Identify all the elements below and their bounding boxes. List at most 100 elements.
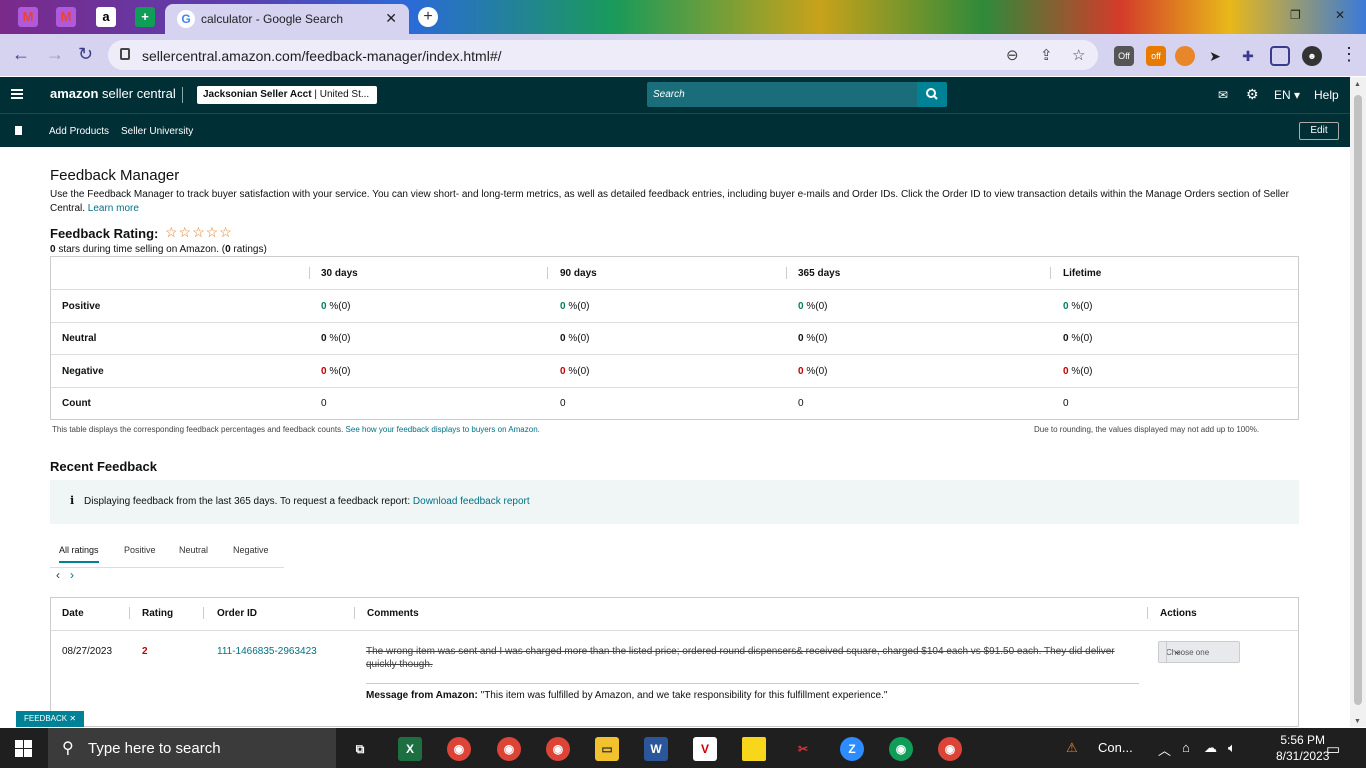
bookmark-icon[interactable] — [15, 126, 22, 135]
windows-start-icon[interactable] — [15, 740, 32, 757]
seller-central-logo[interactable]: amazon seller central — [50, 86, 176, 101]
search-button[interactable] — [917, 82, 947, 107]
main-content: Feedback Manager Use the Feedback Manage… — [0, 147, 1350, 727]
row-label: Positive — [62, 301, 101, 312]
taskbar-search[interactable]: ⚲ Type here to search — [48, 728, 336, 768]
nav-add-products[interactable]: Add Products — [49, 126, 109, 137]
address-bar[interactable]: sellercentral.amazon.com/feedback-manage… — [108, 40, 1098, 70]
feedback-widget-button[interactable]: FEEDBACK ✕ — [16, 711, 84, 727]
account-switcher[interactable]: Jacksonian Seller Acct | United St... — [197, 86, 377, 104]
prev-page-icon[interactable]: ‹ — [56, 568, 60, 582]
amazon-tab-icon[interactable]: a — [96, 7, 116, 27]
onedrive-icon[interactable]: ☁ — [1204, 740, 1217, 756]
scroll-thumb[interactable] — [1354, 95, 1362, 705]
metric-value: 0 %(0) — [321, 366, 351, 377]
buyer-display-link[interactable]: See how your feedback displays to buyers… — [346, 425, 540, 434]
forward-icon[interactable]: → — [46, 44, 64, 65]
metric-value: 0 — [1063, 398, 1069, 409]
tab-negative[interactable]: Negative — [233, 545, 269, 555]
extension-circle-icon[interactable] — [1175, 46, 1195, 66]
back-icon[interactable]: ← — [12, 44, 30, 65]
sticky-notes-icon[interactable] — [742, 737, 766, 761]
notifications-icon[interactable]: ▭ — [1326, 740, 1340, 758]
download-report-link[interactable]: Download feedback report — [413, 496, 530, 507]
puzzle-extension-icon[interactable]: ✚ — [1238, 46, 1258, 66]
language-selector[interactable]: EN ▾ — [1274, 88, 1300, 102]
col-order-id: Order ID — [217, 608, 258, 619]
mail-icon[interactable]: ✉ — [1218, 88, 1228, 102]
show-hidden-icons[interactable]: ︿ — [1158, 740, 1171, 759]
scroll-up-icon[interactable]: ▲ — [1354, 81, 1361, 88]
cursor-extension-icon[interactable]: ➤ — [1205, 46, 1225, 66]
metric-value: 0 %(0) — [321, 301, 351, 312]
restore-window-icon[interactable]: ❐ — [1290, 8, 1301, 22]
search-box[interactable] — [647, 82, 917, 107]
tray-app-label[interactable]: Con... — [1098, 740, 1133, 755]
url-text[interactable]: sellercentral.amazon.com/feedback-manage… — [142, 48, 502, 64]
scroll-down-icon[interactable]: ▼ — [1354, 718, 1361, 725]
nav-seller-university[interactable]: Seller University — [121, 126, 193, 137]
tray-app-icon[interactable]: ⚠ — [1066, 740, 1078, 756]
chrome-icon-2[interactable]: ◉ — [497, 737, 521, 761]
reload-icon[interactable]: ↻ — [78, 44, 93, 65]
extension-off-icon[interactable]: Off — [1114, 46, 1134, 66]
order-id-link[interactable]: 111-1466835-2963423 — [217, 646, 317, 657]
zoom-icon[interactable]: ⊖ — [1006, 46, 1019, 64]
browser-toolbar: ← → ↻ sellercentral.amazon.com/feedback-… — [0, 34, 1366, 76]
hamburger-menu-icon[interactable] — [11, 89, 23, 99]
row-label: Count — [62, 398, 91, 409]
sidebar-icon[interactable] — [1270, 46, 1290, 66]
excel-icon[interactable]: X — [398, 737, 422, 761]
tab-neutral[interactable]: Neutral — [179, 545, 208, 555]
extension-off-icon-2[interactable]: off — [1146, 46, 1166, 66]
settings-gear-icon[interactable]: ⚙ — [1246, 86, 1259, 103]
column-separator — [309, 267, 310, 279]
page-scrollbar[interactable]: ▲ ▼ — [1350, 77, 1366, 727]
edit-nav-button[interactable]: Edit — [1299, 122, 1339, 140]
action-dropdown[interactable]: Choose one ⌄ — [1158, 641, 1240, 663]
tab-positive[interactable]: Positive — [124, 545, 156, 555]
chrome-icon-3[interactable]: ◉ — [546, 737, 570, 761]
gmail-tab-icon[interactable]: M — [18, 7, 38, 27]
chrome-icon-5[interactable]: ◉ — [938, 737, 962, 761]
chrome-icon[interactable]: ◉ — [447, 737, 471, 761]
column-separator — [547, 267, 548, 279]
new-tab-icon[interactable]: + — [418, 7, 438, 27]
sheets-tab-icon[interactable]: + — [135, 7, 155, 27]
column-separator — [1147, 607, 1148, 619]
menu-dots-icon[interactable]: ⋮ — [1340, 44, 1358, 65]
profile-avatar-icon[interactable]: ☻ — [1302, 46, 1322, 66]
zoom-app-icon[interactable]: Z — [840, 737, 864, 761]
network-icon[interactable]: ⌂ — [1182, 740, 1190, 755]
app-v-icon[interactable]: V — [693, 737, 717, 761]
taskbar-clock[interactable]: 5:56 PM 8/31/2023 — [1276, 732, 1329, 764]
metrics-row-positive: Positive 0 %(0) 0 %(0) 0 %(0) 0 %(0) — [51, 290, 1298, 323]
chrome-icon-4[interactable]: ◉ — [889, 737, 913, 761]
volume-icon[interactable]: 🔈︎ — [1228, 740, 1236, 756]
close-window-icon[interactable]: ✕ — [1335, 8, 1345, 22]
search-icon — [926, 88, 938, 100]
help-link[interactable]: Help — [1314, 88, 1339, 102]
page-title: Feedback Manager — [50, 167, 180, 184]
search-input[interactable] — [647, 82, 917, 107]
search-icon: ⚲ — [62, 740, 74, 757]
column-separator — [129, 607, 130, 619]
row-label: Negative — [62, 366, 104, 377]
word-icon[interactable]: W — [644, 737, 668, 761]
task-view-icon[interactable]: ⧉ — [348, 737, 372, 761]
gmail-tab-icon-2[interactable]: M — [56, 7, 76, 27]
metric-value: 0 %(0) — [321, 333, 351, 344]
bookmark-star-icon[interactable]: ☆ — [1072, 46, 1085, 64]
learn-more-link[interactable]: Learn more — [88, 203, 139, 214]
message-divider — [366, 683, 1139, 684]
close-tab-icon[interactable]: ✕ — [385, 10, 397, 27]
file-explorer-icon[interactable]: ▭ — [595, 737, 619, 761]
metric-value: 0 %(0) — [798, 333, 828, 344]
snipping-tool-icon[interactable]: ✂ — [791, 737, 815, 761]
tab-all-ratings[interactable]: All ratings — [59, 545, 99, 563]
active-tab[interactable]: G calculator - Google Search ✕ — [165, 4, 409, 34]
share-icon[interactable]: ⇪ — [1040, 46, 1053, 64]
metrics-col-30: 30 days — [321, 268, 358, 279]
next-page-icon[interactable]: › — [70, 568, 74, 582]
col-rating: Rating — [142, 608, 174, 619]
